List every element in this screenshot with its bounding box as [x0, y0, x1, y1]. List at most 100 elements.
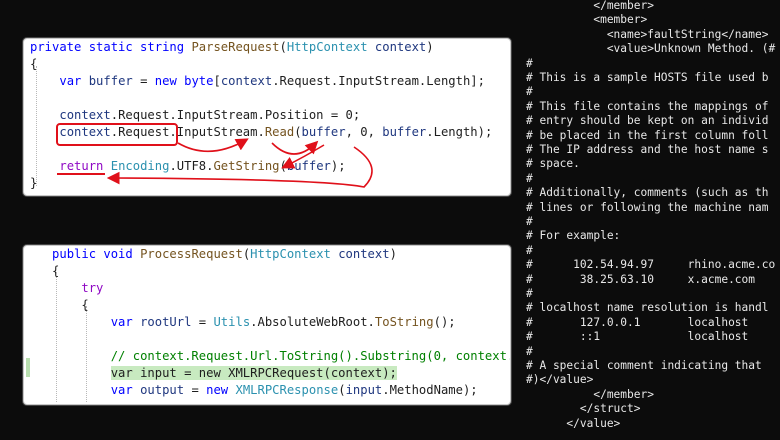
terminal-line: </member> — [526, 0, 654, 12]
code-token: buffer — [301, 125, 346, 139]
terminal-line: <member> — [526, 13, 648, 27]
code-token: { — [30, 298, 89, 312]
code-line: context.Request.InputStream.Position = 0… — [30, 107, 360, 124]
code-token: GetString — [213, 159, 280, 173]
indent-guide — [36, 66, 37, 186]
terminal-line: # 38.25.63.10 x.acme.com — [526, 272, 756, 286]
terminal-line: # — [526, 56, 533, 70]
code-token: ToString — [374, 315, 434, 329]
code-token: return — [59, 159, 111, 173]
indent-guide — [86, 306, 87, 402]
code-line: var buffer = new byte[context.Request.In… — [30, 73, 485, 90]
code-token: .UTF8. — [169, 159, 214, 173]
code-token: XMLRPCResponse — [235, 383, 339, 397]
code-token: = — [191, 315, 214, 329]
terminal-line: # ::1 localhost — [526, 330, 749, 344]
code-token: rootUrl — [140, 315, 192, 329]
code-token: .AbsoluteWebRoot. — [250, 315, 375, 329]
code-token: input — [345, 383, 383, 397]
terminal-line: #)</value> — [526, 373, 594, 387]
terminal-line: # For example: — [526, 229, 621, 243]
terminal-line: # lines or following the machine nam — [526, 200, 769, 214]
code-token: ParseRequest — [191, 40, 280, 54]
code-token: var — [110, 315, 141, 329]
code-token: ( — [279, 40, 287, 54]
code-token: context — [367, 40, 427, 54]
code-token: ( — [294, 125, 302, 139]
terminal-line: # This is a sample HOSTS file used b — [526, 71, 769, 84]
process-request-code-panel: public void ProcessRequest ( HttpContext c… — [23, 245, 511, 405]
terminal-output: </member> <member> <name>faultString</na… — [516, 0, 780, 440]
terminal-line: <value>Unknown Method. (# — [526, 42, 776, 56]
code-token: buffer — [88, 74, 133, 88]
terminal-line: <name>faultString</name> — [526, 27, 769, 41]
terminal-line: # — [526, 215, 533, 228]
code-token: .Request.InputStream.Position = 0; — [110, 108, 361, 122]
code-token: HttpContext — [286, 40, 368, 54]
terminal-line: </member> — [526, 387, 654, 401]
terminal-line: # 102.54.94.97 rhino.acme.co — [526, 258, 776, 272]
terminal-line: </value> — [526, 416, 621, 430]
code-token: context — [220, 74, 273, 88]
terminal-line: # — [526, 344, 533, 358]
code-token: (); — [433, 315, 456, 329]
code-token: ( — [338, 383, 346, 397]
code-token: buffer — [286, 159, 331, 173]
code-token: ( — [279, 159, 287, 173]
terminal-line: # Additionally, comments (such as th — [526, 186, 769, 200]
code-token: .Request.InputStream.Length]; — [272, 74, 485, 88]
terminal-line: # — [526, 287, 533, 300]
code-token: var — [110, 383, 141, 397]
code-token: Utils — [213, 315, 251, 329]
code-token: HttpContext — [250, 247, 331, 261]
terminal-line: # space. — [526, 157, 580, 171]
code-line: var rootUrl = Utils.AbsoluteWebRoot.ToSt… — [30, 314, 456, 331]
context-request-highlight-box — [56, 123, 178, 146]
terminal-line: # be placed in the first column foll — [526, 128, 769, 142]
code-token: var — [59, 74, 89, 88]
code-token: .Length); — [426, 125, 493, 139]
terminal-line: # 127.0.0.1 localhost — [526, 315, 749, 329]
terminal-line: # — [526, 171, 533, 185]
terminal-line: # The IP address and the host name s — [526, 143, 769, 156]
code-line: // context.Request.Url.ToString().Substr… — [30, 348, 511, 365]
code-token: new — [206, 383, 236, 397]
code-token: , 0, — [345, 125, 383, 139]
terminal-line: # entry should be kept on an individ — [526, 114, 769, 128]
code-line: public void ProcessRequest(HttpContext c… — [30, 246, 397, 263]
terminal-line: # — [526, 243, 533, 257]
code-line: { — [30, 297, 89, 314]
terminal-line: # — [526, 85, 533, 99]
code-token: = — [184, 383, 207, 397]
code-token: = — [132, 74, 155, 88]
code-token: [ — [213, 74, 221, 88]
terminal-line: # A special comment indicating that — [526, 359, 762, 372]
code-token: .MethodName); — [382, 383, 478, 397]
code-token: var input = new XMLRPCRequest(context); — [110, 366, 397, 380]
code-token: output — [140, 383, 185, 397]
code-token: // context.Request.Url.ToString().Substr… — [110, 349, 511, 363]
code-line: { — [30, 263, 59, 280]
code-token: { — [30, 264, 60, 278]
code-line: try — [30, 280, 103, 297]
code-token: ) — [389, 247, 397, 261]
code-token: context — [330, 247, 390, 261]
code-token: Read — [264, 125, 295, 139]
code-token: ProcessRequest — [140, 247, 243, 261]
code-token: ) — [426, 40, 434, 54]
terminal-line: # localhost name resolution is handl — [526, 301, 769, 315]
code-token: buffer — [382, 125, 427, 139]
code-token: try — [81, 281, 104, 295]
code-token: context — [59, 108, 111, 122]
code-token: public void — [52, 247, 141, 261]
parse-request-code-panel: private static string ParseRequest(HttpC… — [23, 38, 511, 196]
